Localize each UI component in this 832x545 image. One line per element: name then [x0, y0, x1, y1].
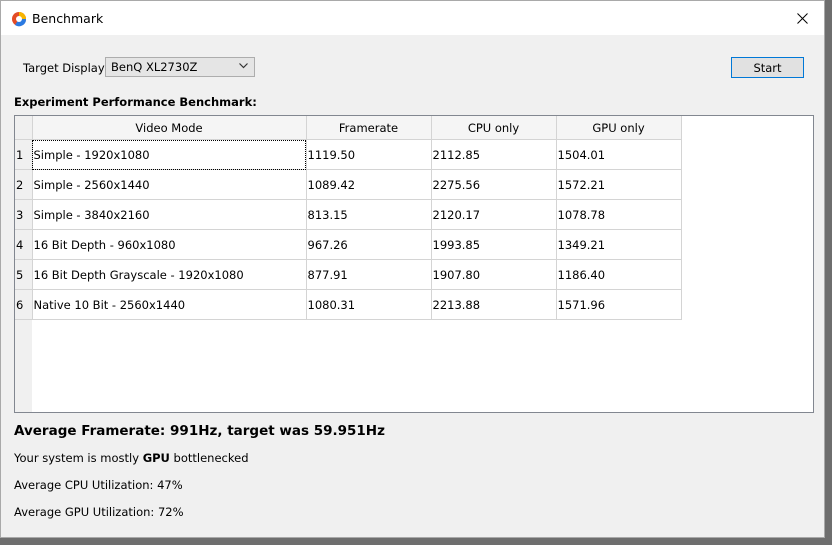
- bottleneck-suffix: bottlenecked: [169, 451, 249, 465]
- bottleneck-text: Your system is mostly GPU bottlenecked: [14, 451, 249, 465]
- start-button[interactable]: Start: [731, 57, 804, 78]
- video-mode-cell[interactable]: 16 Bit Depth - 960x1080: [32, 229, 307, 260]
- bottleneck-component: GPU: [142, 451, 170, 465]
- row-number: 5: [15, 259, 33, 290]
- table-row[interactable]: 1 Simple - 1920x1080 1119.50 2112.85 150…: [15, 139, 682, 170]
- row-number: 2: [15, 169, 33, 200]
- target-display-value: BenQ XL2730Z: [111, 60, 198, 74]
- window-title: Benchmark: [32, 11, 104, 26]
- gpu-only-cell[interactable]: 1186.40: [556, 259, 682, 290]
- close-button[interactable]: [780, 1, 824, 35]
- column-header-cpu-only[interactable]: CPU only: [431, 116, 557, 140]
- table-row[interactable]: 6 Native 10 Bit - 2560x1440 1080.31 2213…: [15, 289, 682, 320]
- video-mode-cell[interactable]: Simple - 3840x2160: [32, 199, 307, 230]
- close-icon: [796, 12, 808, 24]
- video-mode-cell[interactable]: 16 Bit Depth Grayscale - 1920x1080: [32, 259, 307, 290]
- column-header-framerate[interactable]: Framerate: [306, 116, 432, 140]
- row-number: 4: [15, 229, 33, 260]
- chevron-down-icon: [239, 63, 248, 69]
- framerate-cell[interactable]: 1080.31: [306, 289, 432, 320]
- table-row[interactable]: 3 Simple - 3840x2160 813.15 2120.17 1078…: [15, 199, 682, 230]
- gpu-only-cell[interactable]: 1504.01: [556, 139, 682, 170]
- column-header-gpu-only[interactable]: GPU only: [556, 116, 682, 140]
- bottleneck-prefix: Your system is mostly: [14, 451, 143, 465]
- framerate-cell[interactable]: 1089.42: [306, 169, 432, 200]
- table-row[interactable]: 4 16 Bit Depth - 960x1080 967.26 1993.85…: [15, 229, 682, 260]
- gpu-only-cell[interactable]: 1349.21: [556, 229, 682, 260]
- cpu-only-cell[interactable]: 2213.88: [431, 289, 557, 320]
- cpu-only-cell[interactable]: 1993.85: [431, 229, 557, 260]
- cpu-only-cell[interactable]: 2275.56: [431, 169, 557, 200]
- cpu-only-cell[interactable]: 1907.80: [431, 259, 557, 290]
- section-title: Experiment Performance Benchmark:: [14, 95, 257, 109]
- benchmark-window: Benchmark Target Display: BenQ XL2730Z S…: [0, 0, 825, 538]
- video-mode-cell[interactable]: Native 10 Bit - 2560x1440: [32, 289, 307, 320]
- column-header-video-mode[interactable]: Video Mode: [32, 116, 307, 140]
- target-display-label: Target Display:: [23, 61, 108, 75]
- table-row[interactable]: 5 16 Bit Depth Grayscale - 1920x1080 877…: [15, 259, 682, 290]
- cpu-utilization-text: Average CPU Utilization: 47%: [14, 478, 183, 492]
- table-row[interactable]: 2 Simple - 2560x1440 1089.42 2275.56 157…: [15, 169, 682, 200]
- title-bar[interactable]: Benchmark: [1, 1, 824, 35]
- cpu-only-cell[interactable]: 2120.17: [431, 199, 557, 230]
- gpu-only-cell[interactable]: 1572.21: [556, 169, 682, 200]
- row-number: 3: [15, 199, 33, 230]
- target-display-select[interactable]: BenQ XL2730Z: [105, 57, 255, 77]
- row-number: 1: [15, 139, 33, 170]
- framerate-cell[interactable]: 813.15: [306, 199, 432, 230]
- benchmark-table[interactable]: Video Mode Framerate CPU only GPU only 1…: [14, 115, 814, 413]
- header-row: Video Mode Framerate CPU only GPU only: [15, 116, 682, 140]
- gpu-only-cell[interactable]: 1078.78: [556, 199, 682, 230]
- framerate-cell[interactable]: 1119.50: [306, 139, 432, 170]
- cpu-only-cell[interactable]: 2112.85: [431, 139, 557, 170]
- app-logo-icon: [12, 12, 27, 27]
- row-number: 6: [15, 289, 33, 320]
- framerate-cell[interactable]: 877.91: [306, 259, 432, 290]
- gpu-only-cell[interactable]: 1571.96: [556, 289, 682, 320]
- average-framerate-text: Average Framerate: 991Hz, target was 59.…: [14, 423, 385, 439]
- corner-cell: [15, 116, 33, 140]
- framerate-cell[interactable]: 967.26: [306, 229, 432, 260]
- video-mode-cell[interactable]: Simple - 2560x1440: [32, 169, 307, 200]
- gpu-utilization-text: Average GPU Utilization: 72%: [14, 505, 184, 519]
- benchmark-grid: Video Mode Framerate CPU only GPU only 1…: [15, 116, 682, 320]
- video-mode-cell[interactable]: Simple - 1920x1080: [32, 139, 307, 170]
